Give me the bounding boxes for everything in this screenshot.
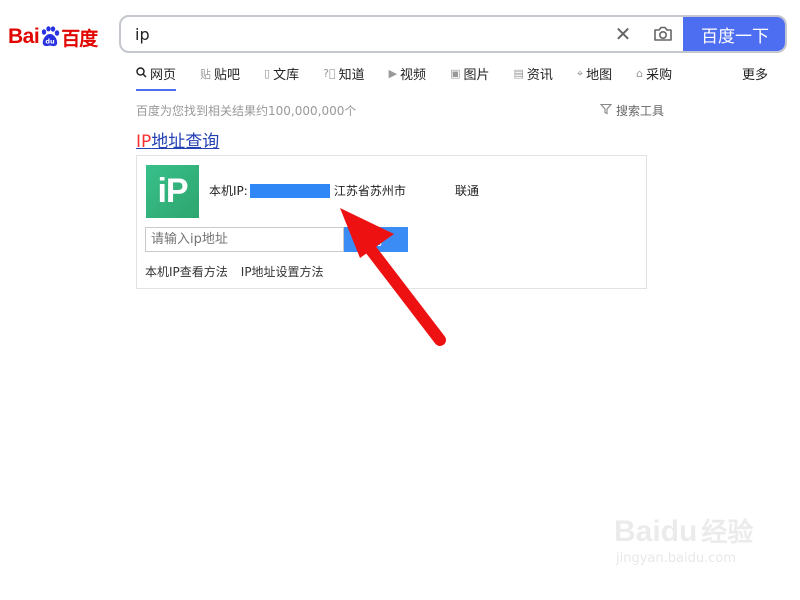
tab-label: 采购 [646, 68, 673, 83]
tab-label: 资讯 [526, 68, 553, 83]
tab-label: 网页 [150, 68, 177, 83]
search-tools-label: 搜索工具 [616, 104, 665, 118]
watermark: Bai du 经验 jingyan.baidu.com [614, 512, 794, 582]
tab-label: 文库 [273, 68, 300, 83]
image-icon: ▣ [450, 67, 461, 80]
search-icon [136, 66, 147, 81]
tab-video[interactable]: ▶ 视频 [389, 64, 426, 89]
video-icon: ▶ [388, 67, 398, 80]
tab-map[interactable]: ⌖ 地图 [577, 64, 612, 89]
search-input[interactable] [121, 17, 603, 51]
logo-latin: Bai [8, 25, 40, 48]
news-icon: ▤ [513, 67, 524, 80]
link-ip-setting-method[interactable]: IP地址设置方法 [241, 263, 324, 280]
result-count: 百度为您找到相关结果约100,000,000个 [136, 104, 357, 118]
search-button[interactable]: 百度一下 [683, 17, 785, 51]
tab-label: 贴吧 [214, 68, 241, 83]
result-title-link[interactable]: IP地址查询 [136, 127, 219, 152]
watermark-url: jingyan.baidu.com [616, 551, 736, 566]
watermark-latin: Bai [614, 515, 661, 548]
tab-label: 知道 [338, 68, 365, 83]
logo-chinese: 百度 [61, 27, 98, 50]
tab-label: 视频 [400, 68, 427, 83]
title-highlight: IP [136, 132, 152, 152]
watermark-logo: Bai du 经验 [614, 512, 794, 549]
search-tools-button[interactable]: 搜索工具 [599, 102, 665, 119]
ip-isp: 联通 [455, 184, 480, 198]
tab-image[interactable]: ▣ 图片 [450, 64, 489, 89]
tab-label: 地图 [586, 68, 613, 83]
shopping-icon: ⌂ [636, 67, 644, 80]
tab-label: 图片 [463, 68, 490, 83]
card-links: 本机IP查看方法 IP地址设置方法 [145, 263, 324, 280]
tab-tieba[interactable]: 贴 贴吧 [200, 64, 240, 89]
ip-query-input[interactable] [145, 227, 344, 252]
paw-text: du [46, 38, 56, 46]
ip-logo-icon: iP [146, 165, 199, 218]
tab-shopping[interactable]: ⌂ 采购 [636, 64, 672, 89]
ip-location: 江苏省苏州市 [333, 184, 406, 198]
question-icon: ?⃝ [323, 67, 336, 80]
filter-icon [599, 103, 613, 118]
map-icon: ⌖ [576, 66, 584, 80]
ip-lookup-card: iP 本机IP: 江苏省苏州市 联通 询 本机IP查看方法 IP地址设置方法 [136, 155, 647, 289]
camera-icon[interactable] [643, 17, 683, 51]
tab-web[interactable]: 网页 [136, 64, 177, 91]
doc-icon: ▯ [264, 67, 271, 80]
watermark-paw: du [660, 515, 698, 548]
tab-zhidao[interactable]: ?⃝ 知道 [323, 64, 364, 89]
tieba-icon: 贴 [200, 67, 212, 81]
clear-icon[interactable]: ✕ [603, 17, 643, 51]
tab-wenku[interactable]: ▯ 文库 [264, 64, 299, 89]
ip-redaction [249, 183, 330, 198]
ip-query-button[interactable]: 询 [344, 227, 408, 252]
watermark-cn: 经验 [701, 518, 754, 548]
baidu-logo[interactable]: Bai du 百度 [8, 20, 108, 54]
title-rest: 地址查询 [151, 132, 220, 152]
ip-label: 本机IP: [209, 184, 248, 198]
search-box: ✕ 百度一下 [119, 15, 787, 53]
paw-icon: du [40, 26, 60, 48]
search-tabs: 网页 贴 贴吧 ▯ 文库 ?⃝ 知道 ▶ 视频 ▣ 图片 ▤ 资讯 ⌖ 地图 ⌂… [136, 64, 696, 91]
ip-info-line: 本机IP: 江苏省苏州市 [209, 182, 406, 199]
tab-news[interactable]: ▤ 资讯 [513, 64, 552, 89]
tab-more[interactable]: 更多 [742, 64, 768, 83]
link-local-ip-method[interactable]: 本机IP查看方法 [145, 263, 228, 280]
